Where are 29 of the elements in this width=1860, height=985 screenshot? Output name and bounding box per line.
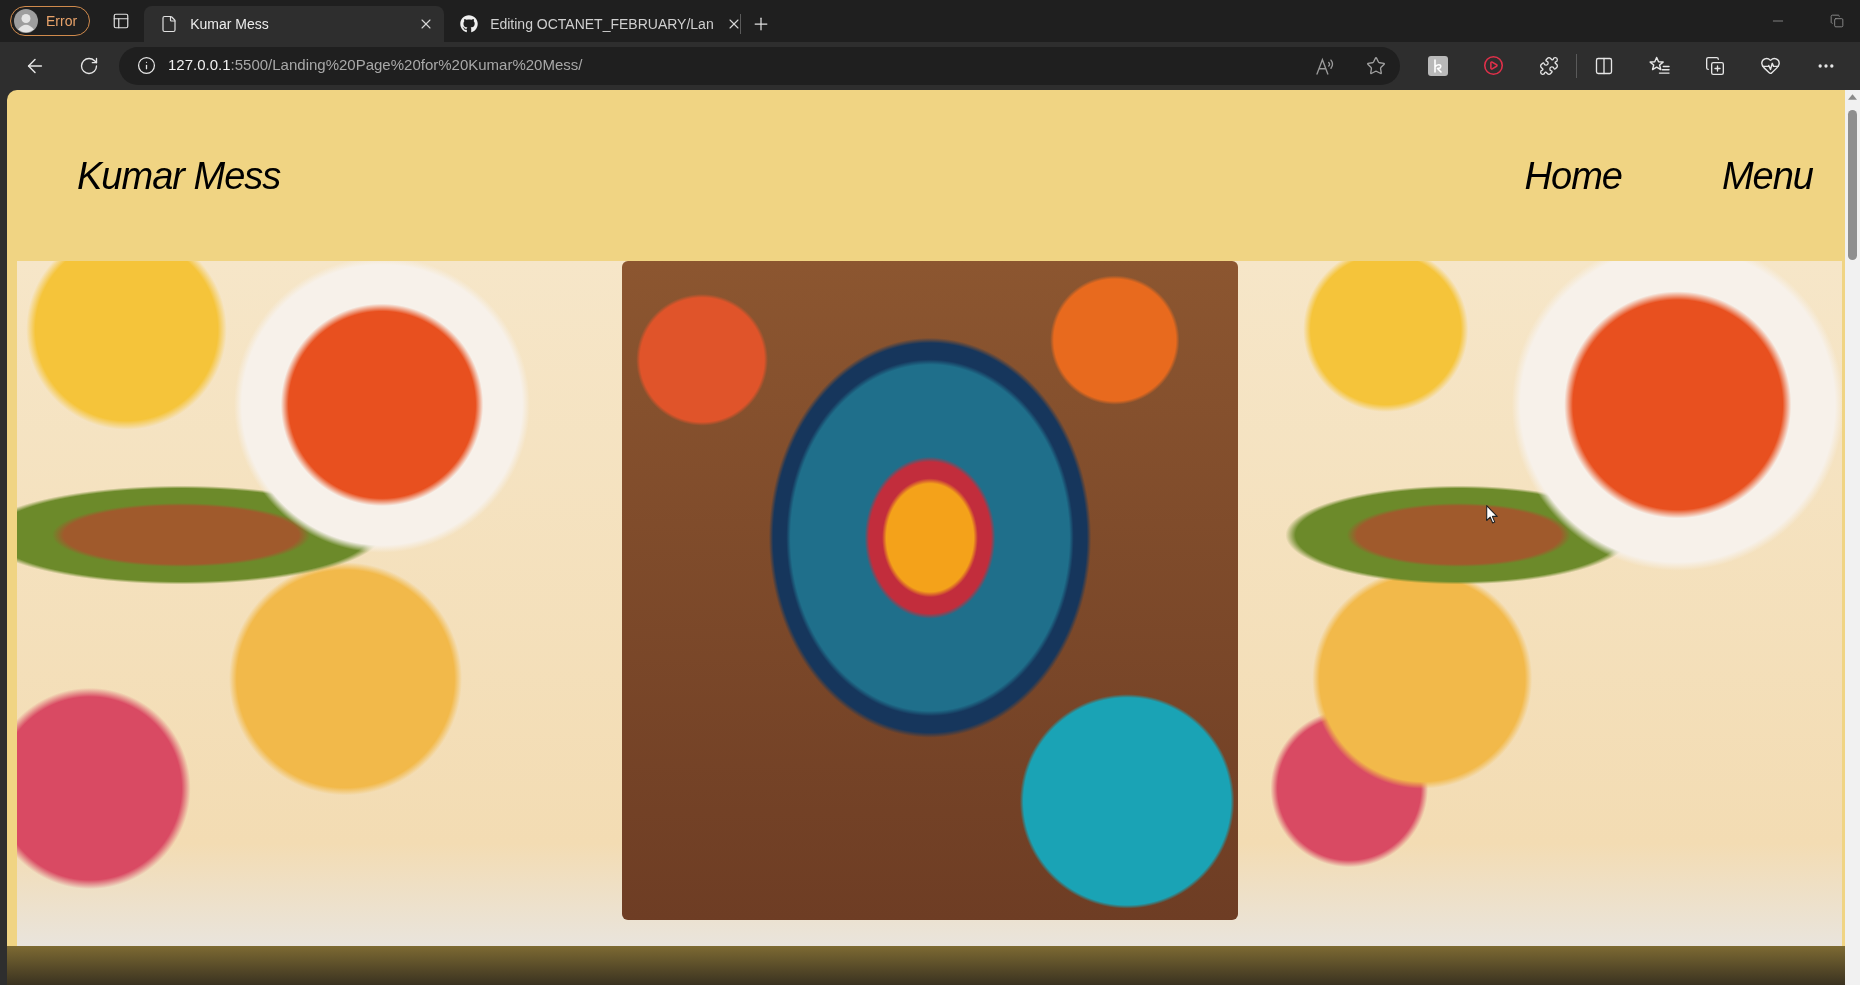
heart-pulse-icon[interactable] <box>1760 55 1781 76</box>
profile-avatar-icon <box>14 9 38 33</box>
address-bar[interactable]: 127.0.0.1:5500/Landing%20Page%20for%20Kumar%20Mess/ <box>119 46 1400 85</box>
tab-actions-icon[interactable] <box>112 12 131 30</box>
nav-link[interactable]: Menu <box>1721 156 1813 195</box>
browser-tab[interactable]: Editing OCTANET_FEBRUARY/Lan <box>444 6 741 42</box>
mouse-pointer-icon <box>1486 505 1498 524</box>
restore-icon[interactable] <box>1830 14 1844 28</box>
scrollbar-thumb[interactable] <box>1848 110 1857 260</box>
play-circle-icon[interactable] <box>1483 55 1504 76</box>
github-logo-icon <box>460 15 479 33</box>
site-info-icon[interactable] <box>137 56 156 75</box>
favorite-star-icon[interactable] <box>1366 55 1386 76</box>
extension-tile-icon[interactable] <box>1428 55 1448 76</box>
url-text: 127.0.0.1:5500/Landing%20Page%20for%20Kumar%20Mess/ <box>168 55 583 76</box>
scrollbar-track[interactable] <box>1845 90 1860 985</box>
tab-title: Editing OCTANET_FEBRUARY/Lan <box>490 14 714 34</box>
tab-title: Kumar Mess <box>190 14 270 34</box>
favorites-icon[interactable] <box>1649 56 1670 75</box>
nav-link[interactable]: Home <box>1524 156 1622 195</box>
page-icon <box>160 15 179 33</box>
browser-tab[interactable]: Kumar Mess <box>144 6 445 42</box>
split-screen-icon[interactable] <box>1594 55 1614 76</box>
refresh-icon[interactable] <box>79 55 99 76</box>
extensions-icon[interactable] <box>1539 55 1559 76</box>
brand-title[interactable]: Kumar Mess <box>77 156 281 195</box>
scroll-up-arrow-icon[interactable] <box>1848 94 1857 100</box>
collections-icon[interactable] <box>1705 55 1725 76</box>
read-aloud-icon[interactable] <box>1316 56 1336 75</box>
